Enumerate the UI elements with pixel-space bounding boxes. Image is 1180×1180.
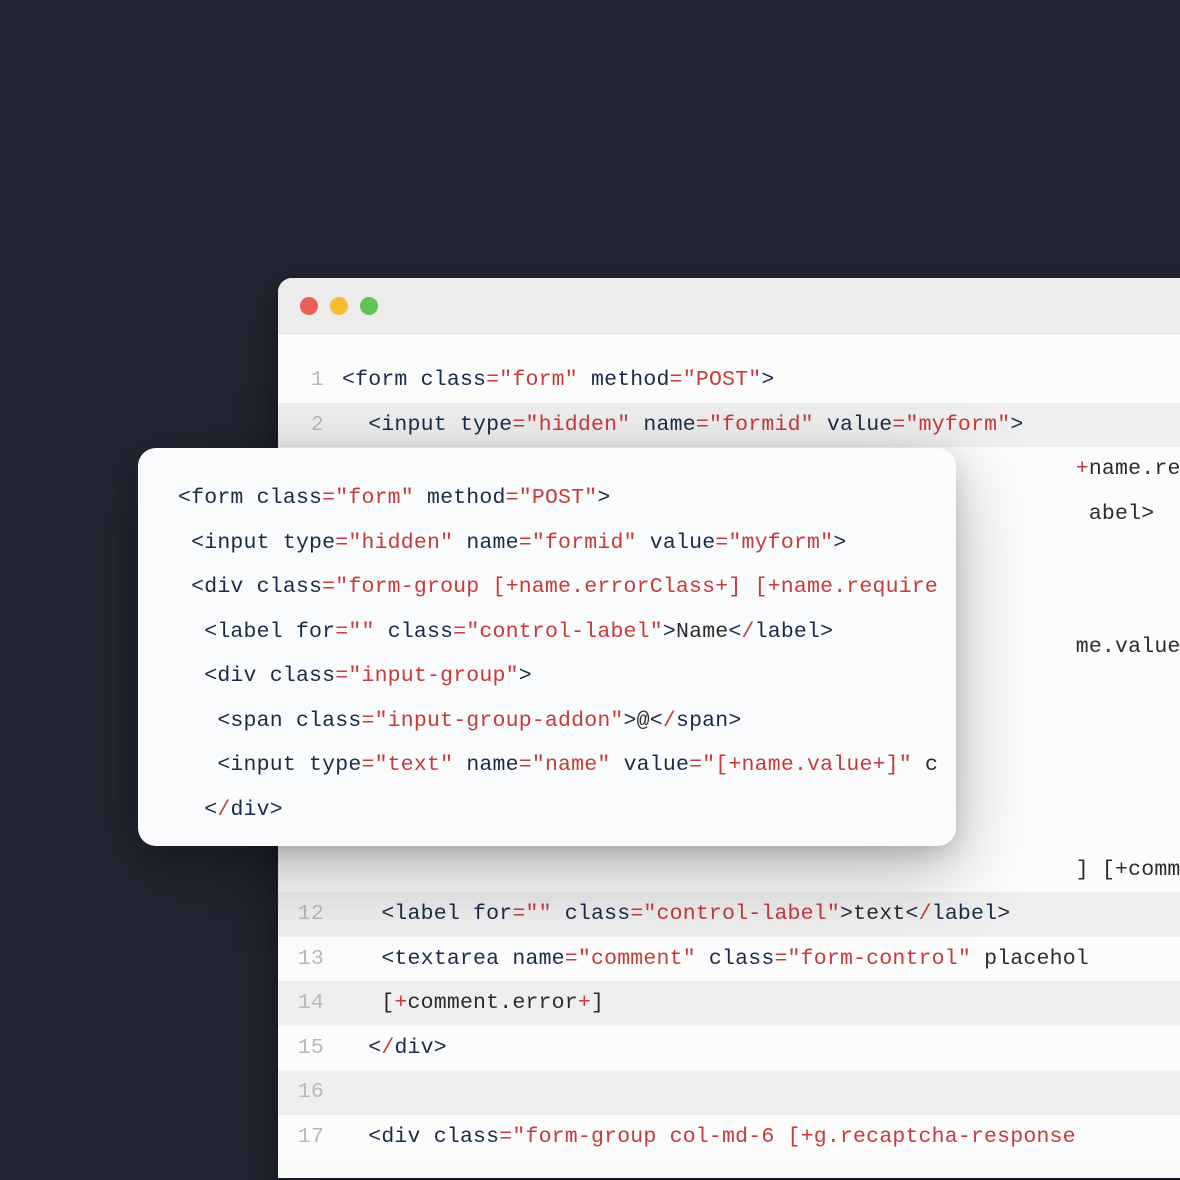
line-code[interactable]: <input type="hidden" name="formid" value… xyxy=(342,413,1023,437)
snippet-line: </div> xyxy=(178,788,956,833)
snippet-line: <label for="" class="control-label">Name… xyxy=(178,610,956,655)
snippet-code: <label for="" class="control-label">Name… xyxy=(178,620,833,644)
snippet-line: <div class="input-group"> xyxy=(178,654,956,699)
line-code[interactable]: [+comment.error+] xyxy=(342,991,604,1015)
snippet-code: <div class="form-group [+name.errorClass… xyxy=(178,575,938,599)
code-snippet-popup: <form class="form" method="POST"> <input… xyxy=(138,448,956,846)
line-number: 15 xyxy=(278,1036,342,1060)
line-code[interactable]: </div> xyxy=(342,1036,447,1060)
snippet-line: <input type="hidden" name="formid" value… xyxy=(178,521,956,566)
code-line[interactable]: 16 xyxy=(278,1070,1180,1115)
line-code[interactable]: <form class="form" method="POST"> xyxy=(342,368,774,392)
snippet-code: <span class="input-group-addon">@</span> xyxy=(178,709,742,733)
line-number: 16 xyxy=(278,1080,342,1104)
code-line[interactable]: 14 [+comment.error+] xyxy=(278,981,1180,1026)
line-number: 12 xyxy=(278,902,342,926)
code-line[interactable]: 2 <input type="hidden" name="formid" val… xyxy=(278,403,1180,448)
line-number: 1 xyxy=(278,368,342,392)
code-line[interactable]: 13 <textarea name="comment" class="form-… xyxy=(278,937,1180,982)
window-maximize-icon[interactable] xyxy=(360,297,378,315)
code-line[interactable]: 1<form class="form" method="POST"> xyxy=(278,358,1180,403)
line-number: 13 xyxy=(278,947,342,971)
snippet-code: <input type="text" name="name" value="[+… xyxy=(178,753,938,777)
line-number: 14 xyxy=(278,991,342,1015)
line-code[interactable]: <label for="" class="control-label">text… xyxy=(342,902,1010,926)
snippet-code: <form class="form" method="POST"> xyxy=(178,486,610,510)
line-code[interactable]: <div class="form-group col-md-6 [+g.reca… xyxy=(342,1125,1076,1149)
snippet-code: <input type="hidden" name="formid" value… xyxy=(178,531,846,555)
snippet-code: </div> xyxy=(178,798,283,822)
window-title-bar xyxy=(278,278,1180,334)
line-number: 2 xyxy=(278,413,342,437)
code-line[interactable]: 17 <div class="form-group col-md-6 [+g.r… xyxy=(278,1115,1180,1160)
snippet-line: <span class="input-group-addon">@</span> xyxy=(178,699,956,744)
snippet-line: <form class="form" method="POST"> xyxy=(178,476,956,521)
line-code[interactable]: <textarea name="comment" class="form-con… xyxy=(342,947,1089,971)
window-close-icon[interactable] xyxy=(300,297,318,315)
window-minimize-icon[interactable] xyxy=(330,297,348,315)
line-number: 17 xyxy=(278,1125,342,1149)
snippet-line: <input type="text" name="name" value="[+… xyxy=(178,743,956,788)
snippet-code: <div class="input-group"> xyxy=(178,664,532,688)
code-line[interactable]: ] [+commen xyxy=(278,848,1180,893)
code-line[interactable]: 12 <label for="" class="control-label">t… xyxy=(278,892,1180,937)
line-code[interactable]: ] [+commen xyxy=(342,858,1180,882)
snippet-line: <div class="form-group [+name.errorClass… xyxy=(178,565,956,610)
code-line[interactable]: 15 </div> xyxy=(278,1026,1180,1071)
